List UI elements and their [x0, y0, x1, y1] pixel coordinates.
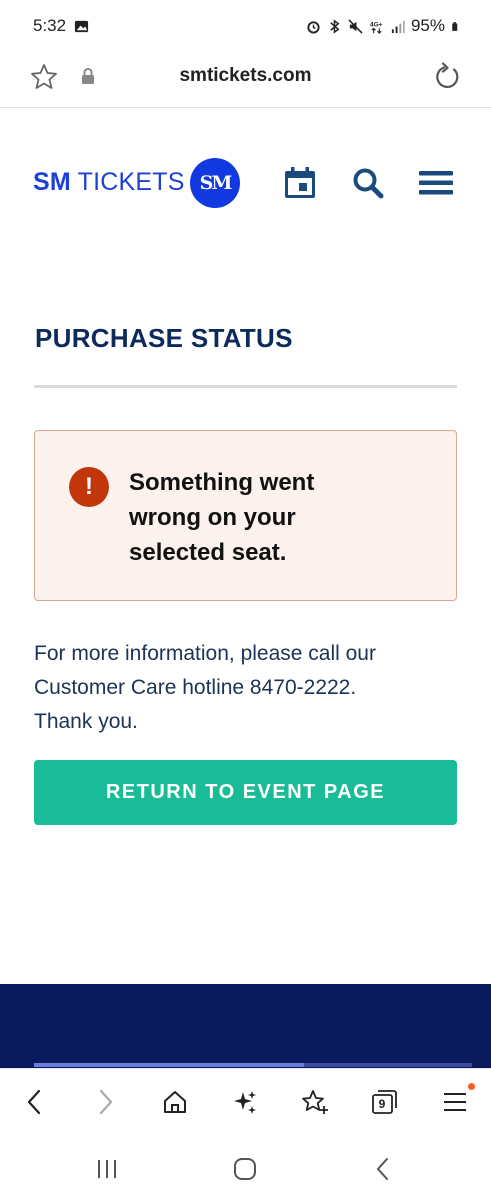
info-line-3: Thank you.	[34, 710, 138, 733]
alarm-icon	[307, 20, 320, 34]
return-to-event-button[interactable]: RETURN TO EVENT PAGE	[34, 760, 457, 825]
browser-toolbar: 9	[0, 1068, 491, 1136]
logo-tickets: TICKETS	[77, 168, 185, 196]
tabs-button[interactable]: 9	[367, 1085, 401, 1119]
alert-line-3: selected seat.	[129, 539, 287, 566]
system-back-icon	[377, 1158, 388, 1180]
status-bar: 5:32 4G+ 95%	[0, 0, 491, 52]
back-button[interactable]	[17, 1085, 51, 1119]
exclamation-icon: !	[69, 467, 109, 507]
status-right: 4G+ 95%	[306, 16, 461, 36]
forward-button[interactable]	[89, 1085, 123, 1119]
mute-icon	[348, 18, 363, 34]
logo-sm: SM	[33, 168, 71, 196]
battery-icon	[452, 21, 458, 31]
error-alert: ! Something went wrong on your selected …	[34, 430, 457, 601]
svg-text:4G+: 4G+	[370, 21, 383, 28]
system-home-button[interactable]	[230, 1154, 260, 1184]
status-left: 5:32	[33, 16, 89, 36]
site-logo[interactable]: SM TICKETS	[33, 168, 185, 197]
bluetooth-icon	[330, 18, 340, 34]
back-icon	[27, 1089, 41, 1115]
4g-icon: 4G+	[370, 21, 383, 34]
site-footer	[0, 984, 491, 1068]
search-icon[interactable]	[350, 165, 386, 201]
sm-logo-mark[interactable]: SM	[190, 158, 240, 208]
home-icon	[164, 1091, 186, 1113]
info-line-1: For more information, please call our	[34, 642, 376, 665]
url-bar: smtickets.com	[0, 52, 491, 108]
ai-assist-button[interactable]	[228, 1085, 262, 1119]
home-circle-icon	[234, 1158, 256, 1180]
url-text[interactable]: smtickets.com	[0, 65, 491, 87]
info-line-2: Customer Care hotline 8470-2222.	[34, 676, 357, 699]
browser-menu-button[interactable]	[438, 1085, 472, 1119]
home-button[interactable]	[158, 1085, 192, 1119]
notification-dot	[468, 1083, 475, 1090]
alert-line-2: wrong on your	[129, 504, 296, 531]
title-divider	[34, 385, 457, 388]
menu-icon[interactable]	[418, 165, 454, 201]
recents-icon	[98, 1160, 116, 1178]
page-scroll-thumb[interactable]	[34, 1063, 304, 1067]
signal-icon	[391, 20, 405, 33]
alert-message: Something went wrong on your selected se…	[129, 465, 429, 570]
system-back-button[interactable]	[368, 1154, 398, 1184]
battery-percent: 95%	[410, 16, 445, 35]
site-header: SM TICKETS SM	[0, 150, 491, 220]
bookmark-add-icon	[302, 1090, 328, 1114]
system-nav-bar	[0, 1136, 491, 1200]
page-title: PURCHASE STATUS	[35, 323, 293, 353]
sparkle-icon	[234, 1091, 256, 1114]
alert-line-1: Something went	[129, 469, 315, 496]
add-bookmark-button[interactable]	[298, 1085, 332, 1119]
more-icon	[444, 1093, 466, 1111]
clock: 5:32	[33, 16, 67, 35]
calendar-icon[interactable]	[282, 165, 318, 201]
forward-icon	[99, 1089, 113, 1115]
reload-icon[interactable]	[432, 62, 462, 92]
gallery-icon	[75, 20, 89, 32]
recents-button[interactable]	[92, 1154, 122, 1184]
info-message: For more information, please call our Cu…	[34, 637, 464, 739]
tab-count: 9	[378, 1097, 386, 1111]
